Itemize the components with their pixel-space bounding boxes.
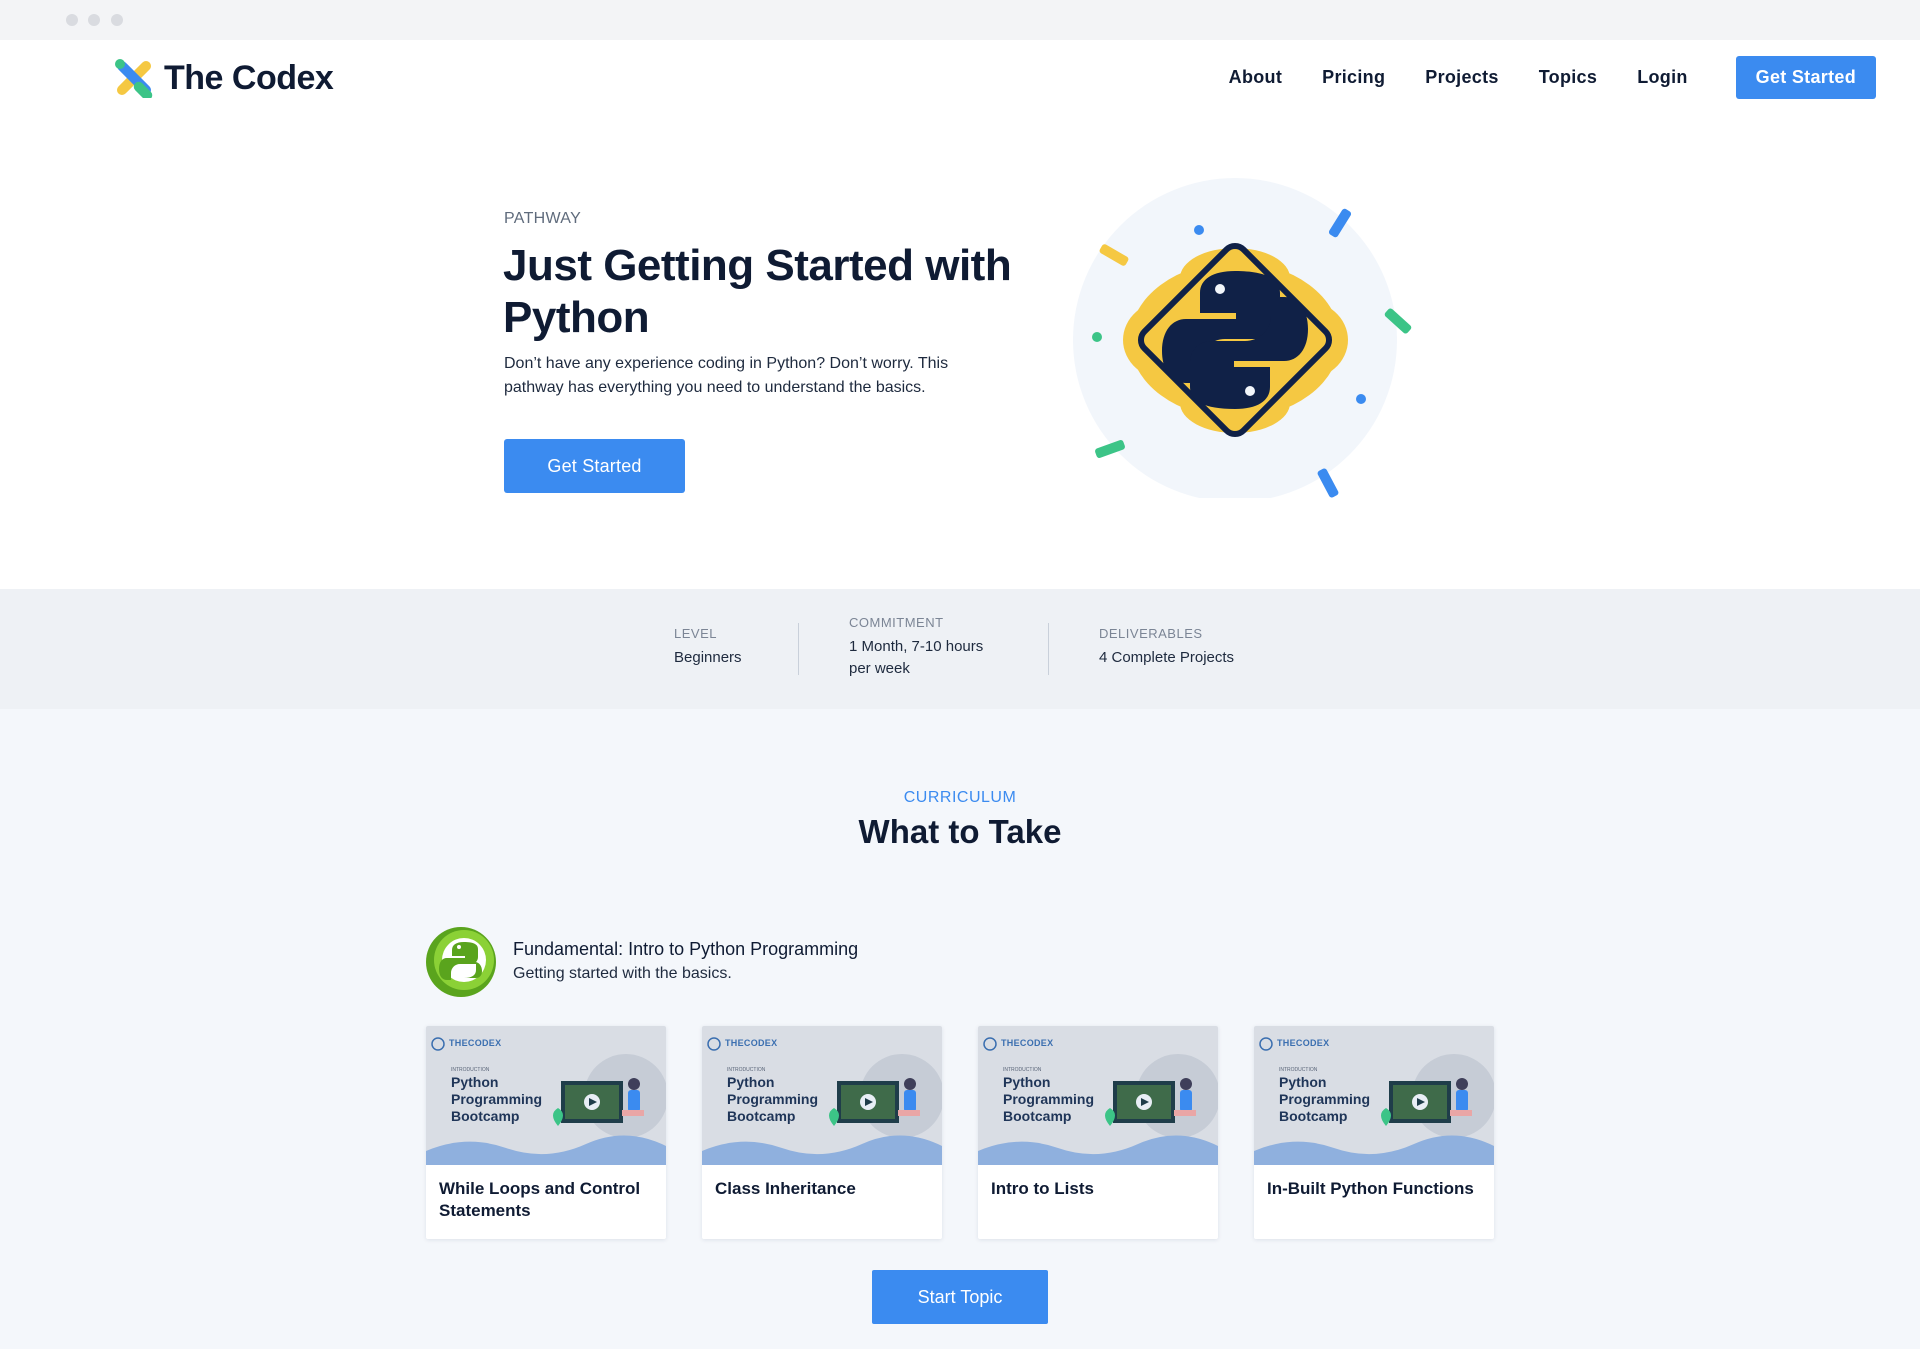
start-topic-button[interactable]: Start Topic xyxy=(872,1270,1048,1324)
topic-name[interactable]: Fundamental: Intro to Python Programming xyxy=(513,939,858,960)
stat-label: DELIVERABLES xyxy=(1099,626,1203,641)
thumb-title: Python Programming Bootcamp xyxy=(1279,1074,1371,1124)
hero-eyebrow: PATHWAY xyxy=(504,210,582,227)
site-header: The Codex About Pricing Projects Topics … xyxy=(0,40,1920,156)
lesson-card[interactable]: THECODEX INTRODUCTION Python Programming… xyxy=(978,1026,1218,1239)
hero-description: Don’t have any experience coding in Pyth… xyxy=(504,355,949,396)
nav-pricing[interactable]: Pricing xyxy=(1322,67,1385,88)
stat-level: LEVEL Beginners xyxy=(674,626,742,669)
curriculum-eyebrow: CURRICULUM xyxy=(903,789,1017,806)
hero-get-started-button[interactable]: Get Started xyxy=(504,439,685,493)
stat-label: LEVEL xyxy=(674,626,717,641)
thumb-intro: INTRODUCTION xyxy=(727,1067,766,1073)
thumb-brand: THECODEX xyxy=(1277,1038,1330,1048)
lesson-card-title: While Loops and Control Statements xyxy=(439,1179,641,1220)
thumb-intro: INTRODUCTION xyxy=(1279,1067,1318,1073)
stat-commitment: COMMITMENT 1 Month, 7-10 hours per week xyxy=(849,615,999,680)
thumb-intro: INTRODUCTION xyxy=(1003,1067,1042,1073)
stat-divider xyxy=(1048,623,1049,675)
stat-value: 4 Complete Projects xyxy=(1099,649,1235,666)
lesson-card[interactable]: THECODEX INTRODUCTION Python Programming… xyxy=(1254,1026,1494,1239)
stat-value: Beginners xyxy=(674,649,742,666)
curriculum-section: CURRICULUM What to Take Fundamental: Int… xyxy=(0,709,1920,1349)
nav-projects[interactable]: Projects xyxy=(1425,67,1498,88)
thumb-brand: THECODEX xyxy=(1001,1038,1054,1048)
lesson-card[interactable]: THECODEX INTRODUCTION Python Programming… xyxy=(702,1026,942,1239)
nav-about[interactable]: About xyxy=(1229,67,1282,88)
nav-login[interactable]: Login xyxy=(1637,67,1687,88)
page-title: Just Getting Started with Python xyxy=(503,241,1012,342)
codex-logo-icon xyxy=(115,59,153,98)
pathway-stats: LEVEL Beginners COMMITMENT 1 Month, 7-10… xyxy=(0,589,1920,709)
thumb-brand: THECODEX xyxy=(449,1038,502,1048)
thumb-brand: THECODEX xyxy=(725,1038,778,1048)
python-pathway-illustration xyxy=(1073,178,1412,498)
lesson-thumbnail: THECODEX INTRODUCTION Python Programming… xyxy=(702,1026,942,1165)
stat-label: COMMITMENT xyxy=(849,615,944,630)
header-get-started-button[interactable]: Get Started xyxy=(1735,56,1876,99)
window-maximize-dot[interactable] xyxy=(111,14,123,26)
hero-section: PATHWAY Just Getting Started with Python… xyxy=(0,156,1920,589)
lesson-thumbnail: THECODEX INTRODUCTION Python Programming… xyxy=(1254,1026,1494,1165)
nav-topics[interactable]: Topics xyxy=(1539,67,1597,88)
window-minimize-dot[interactable] xyxy=(88,14,100,26)
lesson-card[interactable]: THECODEX INTRODUCTION Python Programming… xyxy=(426,1026,666,1239)
lesson-thumbnail: THECODEX INTRODUCTION Python Programming… xyxy=(426,1026,666,1165)
stat-divider xyxy=(798,623,799,675)
python-topic-badge-icon xyxy=(426,927,496,997)
thumb-intro: INTRODUCTION xyxy=(451,1067,490,1073)
lesson-card-title: In-Built Python Functions xyxy=(1267,1179,1474,1198)
stat-value: 1 Month, 7-10 hours per week xyxy=(849,638,984,677)
brand-logo[interactable]: The Codex xyxy=(114,58,334,98)
topic-subtitle: Getting started with the basics. xyxy=(513,965,732,982)
thumb-title: Python Programming Bootcamp xyxy=(727,1074,819,1124)
lesson-card-title: Intro to Lists xyxy=(991,1179,1094,1198)
thumb-title: Python Programming Bootcamp xyxy=(451,1074,543,1124)
thumb-title: Python Programming Bootcamp xyxy=(1003,1074,1095,1124)
stat-deliverables: DELIVERABLES 4 Complete Projects xyxy=(1099,626,1234,669)
main-nav: About Pricing Projects Topics Login Get … xyxy=(1189,56,1876,99)
curriculum-title: What to Take xyxy=(858,813,1062,850)
window-close-dot[interactable] xyxy=(66,14,78,26)
lesson-card-title: Class Inheritance xyxy=(715,1179,856,1198)
lesson-thumbnail: THECODEX INTRODUCTION Python Programming… xyxy=(978,1026,1218,1165)
brand-name: The Codex xyxy=(164,58,334,97)
browser-chrome xyxy=(0,0,1920,40)
